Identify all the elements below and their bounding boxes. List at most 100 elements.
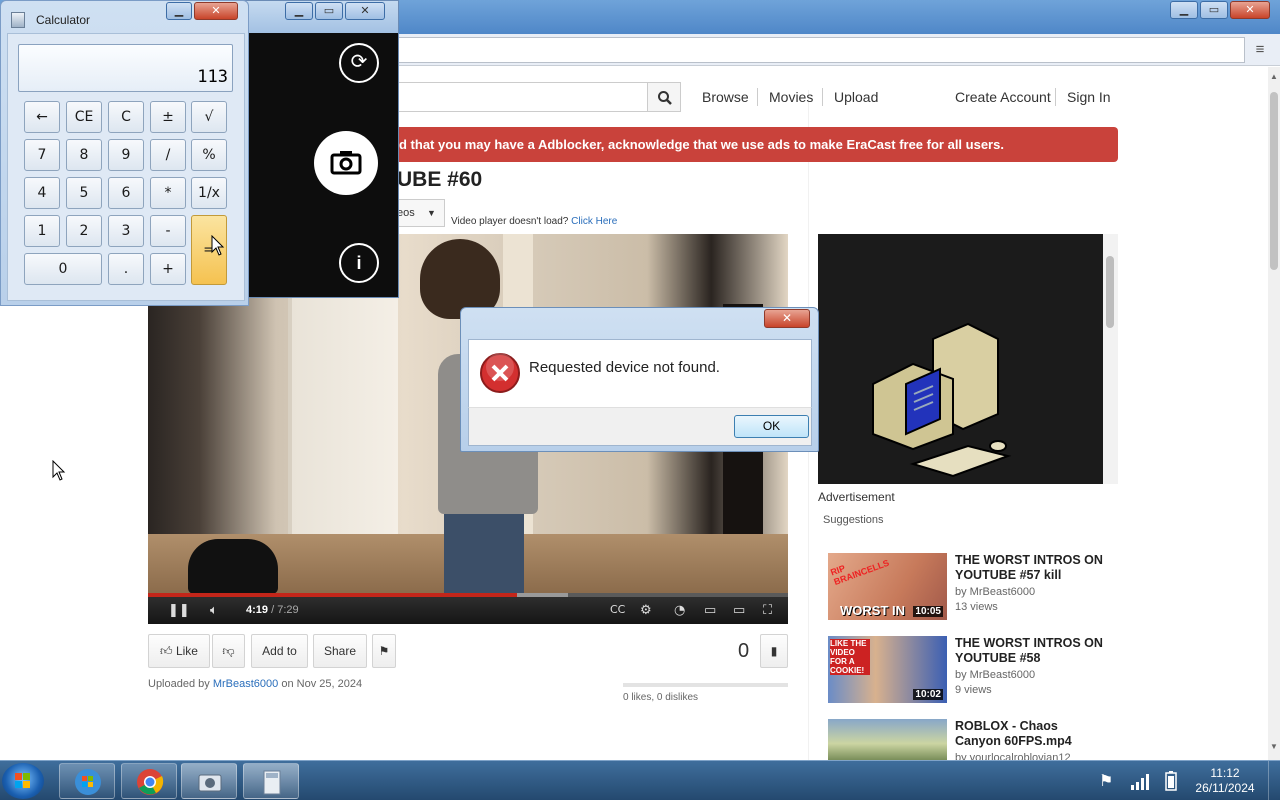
- camera-titlebar[interactable]: ▁ ▭ ✕: [245, 1, 398, 33]
- suggestion-title[interactable]: THE WORST INTROS ON YOUTUBE #58: [955, 636, 1105, 666]
- search-button[interactable]: [647, 82, 681, 112]
- key-1[interactable]: 1: [24, 215, 60, 247]
- desktop-screen: ▁ ▭ ✕ ≡ ▲ ▼ Browse Movies Upload Create …: [0, 0, 1280, 800]
- advertisement-box[interactable]: [818, 234, 1103, 484]
- nav-upload-link[interactable]: Upload: [834, 89, 878, 105]
- minimize-button[interactable]: ▁: [1170, 1, 1198, 19]
- close-button[interactable]: ✕: [194, 2, 238, 20]
- battery-icon[interactable]: [1165, 771, 1177, 791]
- show-desktop-button[interactable]: [1268, 761, 1280, 800]
- player-controls: ❚❚ 🔈︎ 4:19 / 7:29 CC ⚙ ◔ ▭ ▭ ⛶: [148, 597, 788, 624]
- key-percent[interactable]: %: [191, 139, 227, 171]
- close-button[interactable]: ✕: [1230, 1, 1270, 19]
- key-7[interactable]: 7: [24, 139, 60, 171]
- network-signal-icon[interactable]: [1130, 772, 1152, 790]
- sign-in-link[interactable]: Sign In: [1067, 89, 1111, 105]
- small-player-icon[interactable]: ▭: [704, 603, 716, 618]
- suggestion-title[interactable]: ROBLOX - Chaos Canyon 60FPS.mp4: [955, 719, 1105, 749]
- stats-button[interactable]: ▮: [760, 634, 788, 668]
- capture-button[interactable]: [314, 131, 378, 195]
- quality-dropdown[interactable]: eos ▼: [397, 199, 445, 227]
- suggestion-thumbnail[interactable]: [828, 719, 947, 760]
- action-center-flag-icon[interactable]: ⚑: [1099, 771, 1113, 791]
- camera-window-controls: ▁ ▭ ✕: [285, 2, 385, 20]
- key-subtract[interactable]: -: [150, 215, 186, 247]
- nav-movies-link[interactable]: Movies: [769, 89, 813, 105]
- minimize-button[interactable]: ▁: [166, 2, 192, 20]
- key-0[interactable]: 0: [24, 253, 102, 285]
- fullscreen-icon[interactable]: ⛶: [763, 603, 772, 618]
- upload-info: Uploaded by MrBeast6000 on Nov 25, 2024: [148, 678, 362, 690]
- error-dialog[interactable]: ✕ Requested device not found. OK: [460, 307, 819, 452]
- watch-later-icon[interactable]: ◔: [674, 603, 685, 618]
- key-5[interactable]: 5: [66, 177, 102, 209]
- dislike-button[interactable]: 👎︎: [212, 634, 245, 668]
- ok-button[interactable]: OK: [734, 415, 809, 438]
- key-clear-entry[interactable]: CE: [66, 101, 102, 133]
- suggestion-views: 13 views: [955, 601, 998, 613]
- pause-icon[interactable]: ❚❚: [168, 603, 190, 618]
- volume-icon[interactable]: 🔈︎: [210, 603, 218, 618]
- scrollbar-thumb[interactable]: [1270, 92, 1278, 270]
- scroll-up-arrow-icon[interactable]: ▲: [1268, 70, 1280, 84]
- suggestion-title[interactable]: THE WORST INTROS ON YOUTUBE #57 kill: [955, 553, 1105, 583]
- ad-scrollbar-thumb[interactable]: [1106, 256, 1114, 328]
- menu-icon[interactable]: ≡: [1250, 40, 1270, 60]
- thumbs-up-icon: 👍︎: [160, 644, 173, 658]
- maximize-button[interactable]: ▭: [315, 2, 343, 20]
- key-3[interactable]: 3: [108, 215, 144, 247]
- player-note-text: Video player doesn't load?: [451, 216, 569, 227]
- clock-time: 11:12: [1210, 766, 1240, 780]
- uploader-link[interactable]: MrBeast6000: [213, 678, 278, 690]
- minimize-button[interactable]: ▁: [285, 2, 313, 20]
- flag-button[interactable]: ⚑: [372, 634, 396, 668]
- calculator-window[interactable]: Calculator ▁ ✕ 113 ← CE C ± √ 7 8 9/% 4 5 6 * 1/x 1 2 3…: [0, 0, 249, 306]
- key-4[interactable]: 4: [24, 177, 60, 209]
- share-button[interactable]: Share: [313, 634, 367, 668]
- create-account-link[interactable]: Create Account: [955, 89, 1051, 105]
- bar-chart-icon: ▮: [770, 644, 778, 658]
- key-add[interactable]: +: [150, 253, 186, 285]
- gear-icon[interactable]: ⚙: [640, 603, 652, 618]
- key-2[interactable]: 2: [66, 215, 102, 247]
- like-button[interactable]: 👍︎ Like: [148, 634, 210, 668]
- windows-logo-icon: [15, 773, 30, 788]
- key-8[interactable]: 8: [66, 139, 102, 171]
- key-square-root[interactable]: √: [191, 101, 227, 133]
- key-decimal[interactable]: .: [108, 253, 144, 285]
- key-plus-minus[interactable]: ±: [150, 101, 186, 133]
- info-icon[interactable]: i: [339, 243, 379, 283]
- taskbar-explorer-button[interactable]: [59, 763, 115, 799]
- camera-app-window[interactable]: ▁ ▭ ✕ ⟳ i: [244, 0, 399, 298]
- address-bar[interactable]: [397, 37, 1245, 63]
- dialog-close-button[interactable]: ✕: [764, 309, 810, 328]
- theater-mode-icon[interactable]: ▭: [733, 603, 745, 618]
- duration: / 7:29: [271, 604, 299, 616]
- scroll-down-arrow-icon[interactable]: ▼: [1268, 740, 1280, 754]
- suggestion-thumbnail[interactable]: RIP BRAINCELLS WORST IN 10:05: [828, 553, 947, 620]
- close-button[interactable]: ✕: [345, 2, 385, 20]
- taskbar-camera-button[interactable]: [181, 763, 237, 799]
- taskbar-calculator-button[interactable]: [243, 763, 299, 799]
- maximize-button[interactable]: ▭: [1200, 1, 1228, 19]
- error-icon: [480, 353, 520, 393]
- key-6[interactable]: 6: [108, 177, 144, 209]
- click-here-link[interactable]: Click Here: [571, 216, 617, 227]
- key-backspace[interactable]: ←: [24, 101, 60, 133]
- switch-camera-icon[interactable]: ⟳: [339, 43, 379, 83]
- system-clock[interactable]: 11:12 26/11/2024: [1190, 766, 1260, 796]
- key-9[interactable]: 9: [108, 139, 144, 171]
- taskbar-chrome-button[interactable]: [121, 763, 177, 799]
- key-divide[interactable]: /: [150, 139, 186, 171]
- player-note: Video player doesn't load? Click Here: [451, 216, 617, 227]
- add-to-button[interactable]: Add to: [251, 634, 308, 668]
- video-frame-bag: [188, 539, 278, 594]
- start-button[interactable]: [2, 763, 44, 799]
- key-multiply[interactable]: *: [150, 177, 186, 209]
- nav-browse-link[interactable]: Browse: [702, 89, 749, 105]
- captions-icon[interactable]: CC: [610, 603, 625, 616]
- search-input[interactable]: [397, 82, 647, 112]
- key-clear[interactable]: C: [108, 101, 144, 133]
- key-reciprocal[interactable]: 1/x: [191, 177, 227, 209]
- suggestion-thumbnail[interactable]: LIKE THE VIDEO FOR A COOKIE! 10:02: [828, 636, 947, 703]
